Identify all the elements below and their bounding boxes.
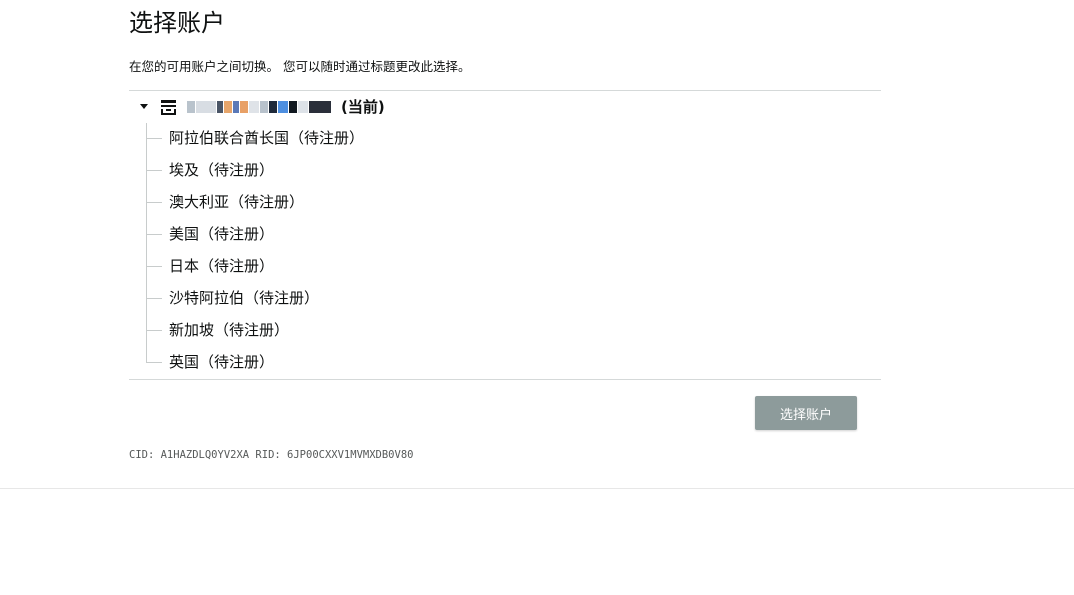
tree-branch-line [146,138,162,139]
current-account-row[interactable]: (当前) [129,92,881,122]
footer-divider [0,488,1074,489]
list-item-marketplace[interactable]: 英国（待注册） [146,346,746,378]
marketplace-list: 阿拉伯联合酋长国（待注册） 埃及（待注册） 澳大利亚（待注册） 美国（待注册） … [146,122,746,378]
list-item-marketplace[interactable]: 日本（待注册） [146,250,746,282]
marketplace-label: 阿拉伯联合酋长国（待注册） [169,129,365,147]
store-icon [161,100,176,115]
page-title: 选择账户 [129,9,225,37]
marketplace-label: 沙特阿拉伯（待注册） [169,289,320,307]
marketplace-label: 埃及（待注册） [169,161,275,179]
list-item-marketplace[interactable]: 沙特阿拉伯（待注册） [146,282,746,314]
list-item-marketplace[interactable]: 阿拉伯联合酋长国（待注册） [146,122,746,154]
bottom-divider [129,379,881,380]
marketplace-label: 日本（待注册） [169,257,275,275]
top-divider [129,90,881,91]
list-item-marketplace[interactable]: 新加坡（待注册） [146,314,746,346]
tree-branch-line [146,298,162,299]
marketplace-label: 英国（待注册） [169,353,275,371]
select-account-button[interactable]: 选择账户 [755,396,857,430]
caret-down-icon[interactable] [140,104,148,109]
list-item-marketplace[interactable]: 澳大利亚（待注册） [146,186,746,218]
tree-branch-line [146,362,162,363]
page-subtitle: 在您的可用账户之间切换。 您可以随时通过标题更改此选择。 [129,59,471,74]
tree-branch-line [146,234,162,235]
select-account-page: 选择账户 在您的可用账户之间切换。 您可以随时通过标题更改此选择。 (当前) 阿… [0,0,1074,595]
redacted-account-name [187,100,339,114]
marketplace-label: 美国（待注册） [169,225,275,243]
marketplace-label: 新加坡（待注册） [169,321,290,339]
tree-branch-line [146,170,162,171]
current-account-label: (当前) [341,98,385,116]
request-ids: CID: A1HAZDLQ0YV2XA RID: 6JP00CXXV1MVMXD… [129,449,414,461]
list-item-marketplace[interactable]: 埃及（待注册） [146,154,746,186]
account-tree: (当前) [129,92,881,122]
tree-branch-line [146,266,162,267]
tree-branch-line [146,202,162,203]
list-item-marketplace[interactable]: 美国（待注册） [146,218,746,250]
marketplace-label: 澳大利亚（待注册） [169,193,305,211]
tree-branch-line [146,330,162,331]
